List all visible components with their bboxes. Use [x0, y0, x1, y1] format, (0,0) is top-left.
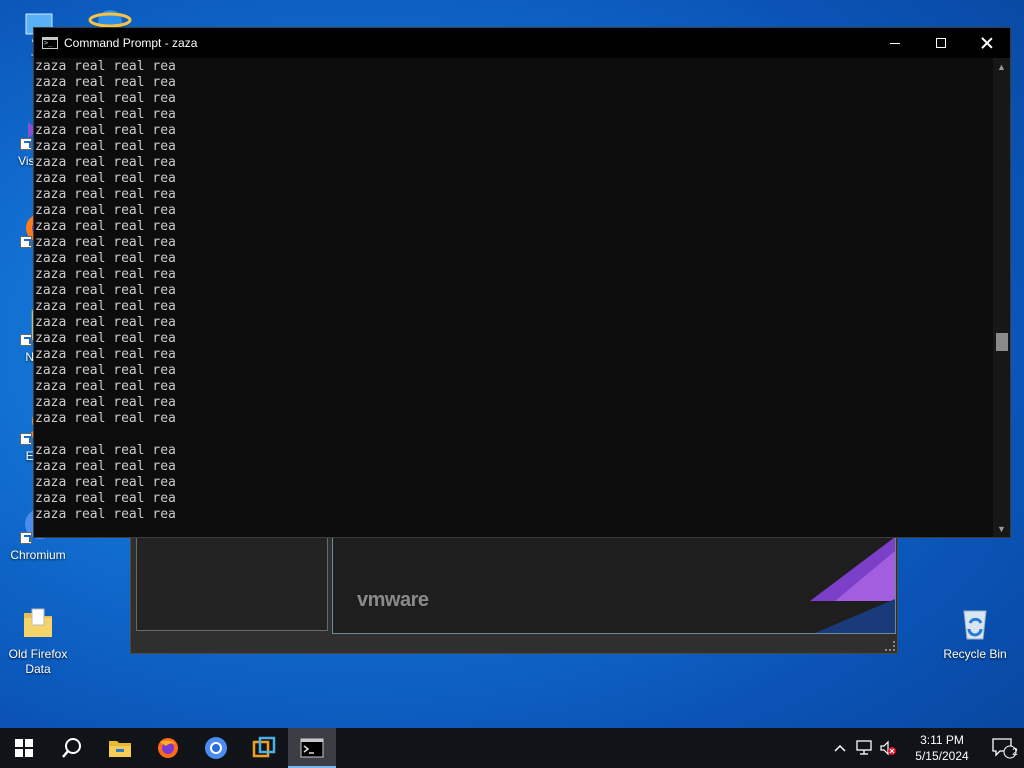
- console-line: zaza real real rea: [35, 171, 176, 186]
- cmd-icon[interactable]: [42, 37, 58, 49]
- console-line: zaza real real rea: [35, 411, 176, 426]
- notification-count: 2: [1012, 747, 1018, 758]
- desktop-icon-label: Old Firefox Data: [8, 647, 68, 676]
- console-line: zaza real real rea: [35, 459, 176, 474]
- console-line: zaza real real rea: [35, 475, 176, 490]
- vmware-decoration: [835, 551, 895, 601]
- console-line: zaza real real rea: [35, 507, 176, 522]
- network-button[interactable]: [852, 728, 876, 768]
- taskbar-file-explorer[interactable]: [96, 728, 144, 768]
- vertical-scrollbar[interactable]: ▲ ▼: [993, 58, 1010, 537]
- chevron-up-icon: ▲: [997, 61, 1006, 72]
- folder-icon: [109, 741, 131, 757]
- volume-muted-icon: [880, 740, 896, 756]
- show-hidden-icons-button[interactable]: [828, 728, 852, 768]
- close-icon: [981, 37, 993, 49]
- vmware-left-pane: [136, 536, 328, 631]
- title-bar[interactable]: Command Prompt - zaza: [34, 28, 1010, 58]
- maximize-icon: [936, 38, 946, 48]
- maximize-button[interactable]: [918, 28, 964, 58]
- vmware-window[interactable]: vmware: [130, 520, 898, 654]
- taskbar-clock[interactable]: 3:11 PM 5/15/2024: [906, 732, 978, 764]
- console-output[interactable]: zaza real real rea zaza real real rea zaza…: [34, 58, 994, 537]
- console-line: zaza real real rea: [35, 187, 176, 202]
- console-line: zaza real real rea: [35, 267, 176, 282]
- console-line: zaza real real rea: [35, 75, 176, 90]
- console-line: zaza real real rea: [35, 235, 176, 250]
- console-line: zaza real real rea: [35, 123, 176, 138]
- shortcut-arrow-icon: [20, 433, 32, 445]
- network-icon: [856, 740, 872, 755]
- taskbar-vmware[interactable]: [240, 728, 288, 768]
- close-button[interactable]: [964, 28, 1010, 58]
- clock-date: 5/15/2024: [915, 749, 969, 763]
- recycle-bin-icon: [955, 603, 995, 643]
- command-prompt-window[interactable]: Command Prompt - zaza zaza real real rea…: [33, 27, 1011, 538]
- desktop-icon-old-firefox-data[interactable]: Old Firefox Data: [0, 603, 76, 677]
- console-line: zaza real real rea: [35, 107, 176, 122]
- console-line: zaza real real rea: [35, 443, 176, 458]
- taskbar-command-prompt[interactable]: [288, 728, 336, 768]
- desktop-icon-label: Recycle Bin: [943, 647, 1007, 661]
- volume-button[interactable]: [876, 728, 900, 768]
- taskbar: 3:11 PM 5/15/2024 2: [0, 728, 1024, 768]
- console-line: zaza real real rea: [35, 347, 176, 362]
- console-line: zaza real real rea: [35, 395, 176, 410]
- scroll-down-button[interactable]: ▼: [993, 520, 1010, 537]
- vmware-welcome-panel: vmware: [332, 536, 896, 634]
- cmd-icon: [300, 738, 324, 758]
- chevron-down-icon: ▼: [997, 523, 1006, 534]
- minimize-button[interactable]: [872, 28, 918, 58]
- desktop-icon-label: Chromium: [10, 548, 66, 562]
- system-tray: 3:11 PM 5/15/2024 2: [828, 728, 1024, 768]
- taskbar-firefox[interactable]: [144, 728, 192, 768]
- vmware-decoration: [815, 599, 895, 633]
- console-line: zaza real real rea: [35, 299, 176, 314]
- search-icon: [62, 738, 81, 758]
- vmware-logo: vmware: [357, 589, 429, 611]
- chevron-up-icon: [834, 744, 846, 752]
- console-line: zaza real real rea: [35, 59, 176, 74]
- console-line: zaza real real rea: [35, 315, 176, 330]
- console-line: zaza real real rea: [35, 203, 176, 218]
- window-title: Command Prompt - zaza: [64, 36, 198, 50]
- console-line: zaza real real rea: [35, 331, 176, 346]
- folder-icon: [18, 603, 58, 643]
- search-button[interactable]: [48, 728, 96, 768]
- console-line: zaza real real rea: [35, 363, 176, 378]
- minimize-icon: [890, 42, 900, 44]
- console-line: zaza real real rea: [35, 139, 176, 154]
- desktop-icon-recycle-bin[interactable]: Recycle Bin: [937, 603, 1013, 662]
- shortcut-arrow-icon: [20, 236, 32, 248]
- vmware-icon: [252, 736, 276, 758]
- start-button[interactable]: [0, 728, 48, 768]
- console-line: zaza real real rea: [35, 251, 176, 266]
- windows-logo-icon: [15, 739, 33, 757]
- console-line: zaza real real rea: [35, 379, 176, 394]
- console-line: zaza real real rea: [35, 491, 176, 506]
- shortcut-arrow-icon: [20, 532, 32, 544]
- scroll-up-button[interactable]: ▲: [993, 58, 1010, 75]
- chromium-icon: [205, 737, 227, 759]
- console-line: zaza real real rea: [35, 219, 176, 234]
- resize-grip[interactable]: [885, 641, 895, 651]
- firefox-icon: [158, 738, 178, 758]
- console-line: zaza real real rea: [35, 283, 176, 298]
- scrollbar-thumb[interactable]: [996, 333, 1008, 351]
- console-line: zaza real real rea: [35, 155, 176, 170]
- shortcut-arrow-icon: [20, 334, 32, 346]
- clock-time: 3:11 PM: [920, 733, 964, 747]
- notification-center-button[interactable]: 2: [984, 728, 1024, 768]
- shortcut-arrow-icon: [20, 138, 32, 150]
- taskbar-chromium[interactable]: [192, 728, 240, 768]
- console-line: zaza real real rea: [35, 91, 176, 106]
